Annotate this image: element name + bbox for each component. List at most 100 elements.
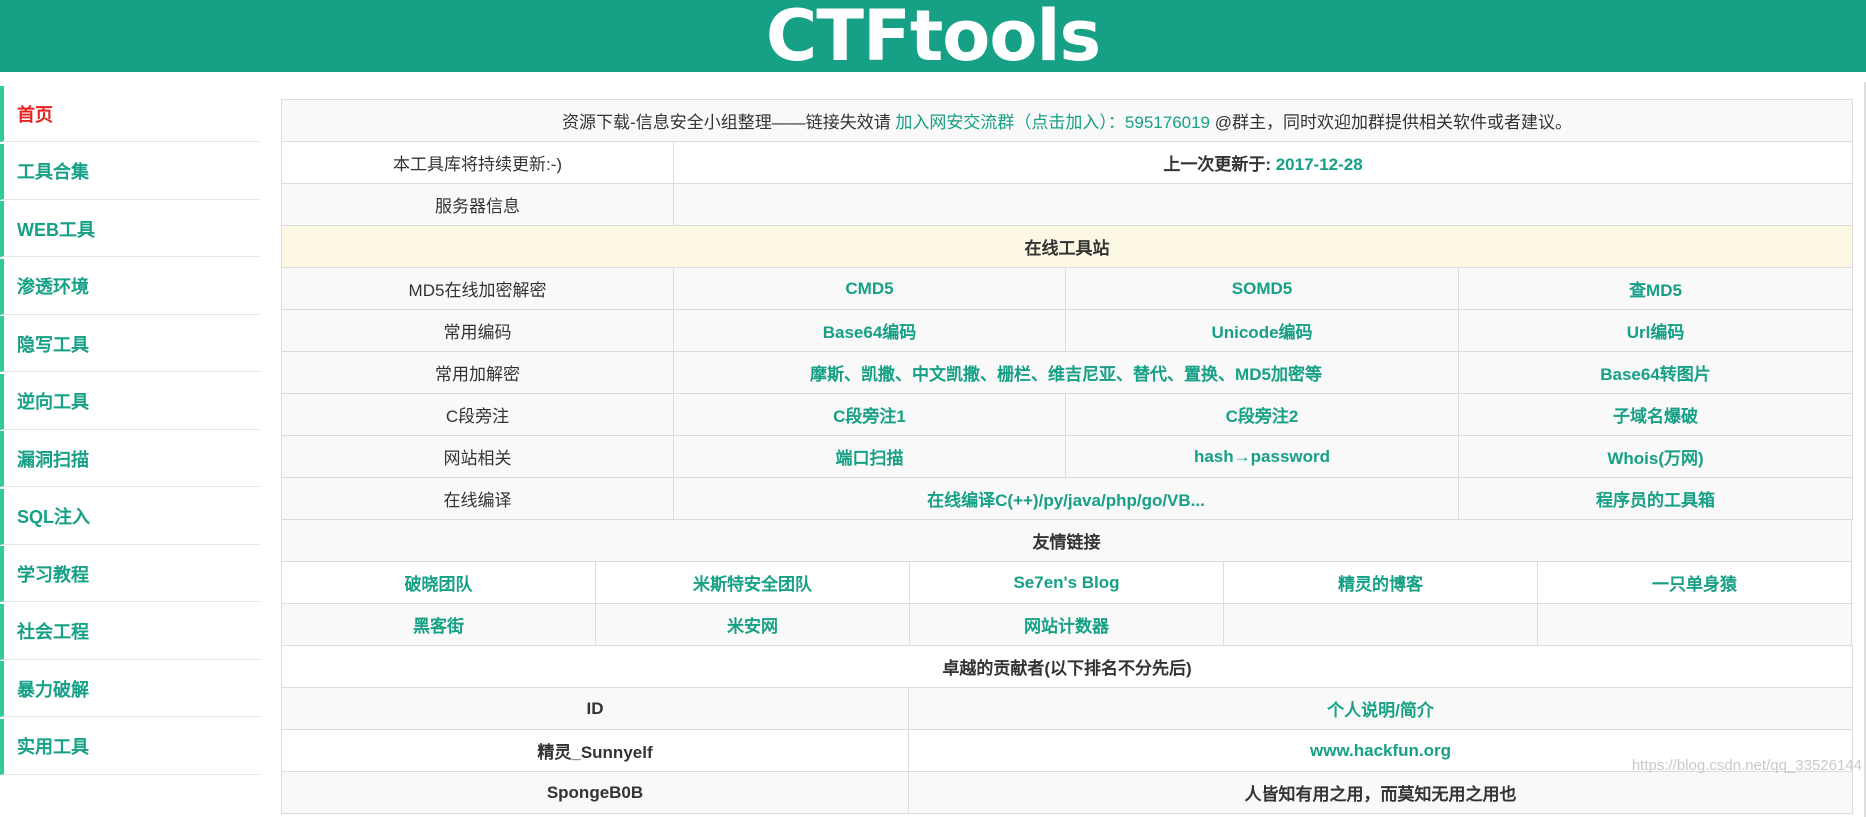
classic-ciphers-link[interactable]: 摩斯、凯撒、中文凯撒、栅栏、维吉尼亚、替代、置换、MD5加密等 <box>810 365 1322 384</box>
table-row: MD5在线加密解密 CMD5 SOMD5 查MD5 <box>281 267 1854 310</box>
online-tools-title: 在线工具站 <box>280 225 1854 268</box>
row-label: C段旁注 <box>281 393 674 436</box>
col-id-header: ID <box>281 687 909 730</box>
friend-link[interactable]: 一只单身猿 <box>1652 575 1737 594</box>
port-scan-link[interactable]: 端口扫描 <box>836 449 904 468</box>
table-row: ID 个人说明/简介 <box>281 687 1854 730</box>
row-label: MD5在线加密解密 <box>281 267 674 310</box>
contributors-title: 卓越的贡献者(以下排名不分先后) <box>280 645 1854 688</box>
server-info-value <box>672 183 1854 226</box>
base64-to-image-link[interactable]: Base64转图片 <box>1600 365 1711 384</box>
link-cell: Url编码 <box>1457 309 1854 352</box>
main-content: 资源下载-信息安全小组整理——链接失效请 加入网安交流群（点击加入）：59517… <box>280 99 1854 814</box>
sidebar-item-reverse-tools[interactable]: 逆向工具 <box>0 373 260 430</box>
link-cell: 查MD5 <box>1457 267 1854 310</box>
empty-cell <box>1223 603 1538 646</box>
link-cell: Base64转图片 <box>1457 351 1854 394</box>
online-tools-header-row: 在线工具站 <box>280 225 1854 268</box>
sidebar-item-home[interactable]: 首页 <box>0 86 260 142</box>
subdomain-brute-link[interactable]: 子域名爆破 <box>1613 407 1698 426</box>
link-cell: C段旁注2 <box>1065 393 1459 436</box>
sidebar-item-tutorials[interactable]: 学习教程 <box>0 546 260 602</box>
sidebar-nav: 首页 工具合集 WEB工具 渗透环境 隐写工具 逆向工具 漏洞扫描 SQL注入 … <box>0 86 260 776</box>
table-row: 精灵_Sunnyelf www.hackfun.org <box>281 729 1854 772</box>
whois-link[interactable]: Whois(万网) <box>1607 449 1703 468</box>
contributor-id: SpongeB0B <box>281 771 909 814</box>
url-encode-link[interactable]: Url编码 <box>1627 323 1685 342</box>
link-cell: 一只单身猿 <box>1537 561 1852 604</box>
sidebar-item-pentest-env[interactable]: 渗透环境 <box>0 258 260 315</box>
row-label: 网站相关 <box>281 435 674 478</box>
hash-password-link[interactable]: hash→password <box>1194 447 1330 466</box>
table-row: 常用编码 Base64编码 Unicode编码 Url编码 <box>281 309 1854 352</box>
friend-link[interactable]: 米安网 <box>727 617 778 636</box>
link-cell: Se7en's Blog <box>909 561 1224 604</box>
join-group-link[interactable]: 加入网安交流群（点击加入）：595176019 <box>895 113 1210 132</box>
link-cell: 网站计数器 <box>909 603 1224 646</box>
contributor-desc: 人皆知有用之用，而莫知无用之用也 <box>907 771 1854 814</box>
notice-prefix: 资源下载-信息安全小组整理——链接失效请 <box>562 113 896 132</box>
link-cell: 程序员的工具箱 <box>1457 477 1854 520</box>
update-note: 本工具库将持续更新:-) <box>281 141 674 184</box>
empty-cell <box>1537 603 1852 646</box>
link-cell: 摩斯、凯撒、中文凯撒、栅栏、维吉尼亚、替代、置换、MD5加密等 <box>673 351 1459 394</box>
base64-encode-link[interactable]: Base64编码 <box>823 323 917 342</box>
cmd5-link[interactable]: CMD5 <box>845 279 893 298</box>
friend-link[interactable]: 破晓团队 <box>405 575 473 594</box>
c-segment-2-link[interactable]: C段旁注2 <box>1226 407 1299 426</box>
tools-table: 资源下载-信息安全小组整理——链接失效请 加入网安交流群（点击加入）：59517… <box>280 99 1854 520</box>
sidebar-item-web-tools[interactable]: WEB工具 <box>0 201 260 257</box>
link-cell: Unicode编码 <box>1065 309 1459 352</box>
last-update-label: 上一次更新于: <box>1163 155 1276 174</box>
link-cell: 在线编译C(++)/py/java/php/go/VB... <box>673 477 1459 520</box>
link-cell: 米斯特安全团队 <box>595 561 910 604</box>
contributor-desc-link[interactable]: www.hackfun.org <box>1310 741 1451 760</box>
table-row: 在线编译 在线编译C(++)/py/java/php/go/VB... 程序员的… <box>281 477 1854 520</box>
somd5-link[interactable]: SOMD5 <box>1232 279 1292 298</box>
link-cell: 端口扫描 <box>673 435 1066 478</box>
sidebar-item-sql-injection[interactable]: SQL注入 <box>0 488 260 545</box>
friends-table: 友情链接 破晓团队 米斯特安全团队 Se7en's Blog 精灵的博客 一只单… <box>281 519 1852 646</box>
sidebar-item-tool-collection[interactable]: 工具合集 <box>0 143 260 200</box>
chamd5-link[interactable]: 查MD5 <box>1629 281 1682 300</box>
link-cell: C段旁注1 <box>673 393 1066 436</box>
table-row: SpongeB0B 人皆知有用之用，而莫知无用之用也 <box>281 771 1854 814</box>
site-title: CTFtools <box>765 0 1101 77</box>
notice-row: 资源下载-信息安全小组整理——链接失效请 加入网安交流群（点击加入）：59517… <box>280 99 1854 142</box>
table-row: 常用加解密 摩斯、凯撒、中文凯撒、栅栏、维吉尼亚、替代、置换、MD5加密等 Ba… <box>281 351 1854 394</box>
col-desc-header: 个人说明/简介 <box>907 687 1854 730</box>
friend-link[interactable]: 网站计数器 <box>1024 617 1109 636</box>
server-label: 服务器信息 <box>281 183 674 226</box>
site-header: CTFtools <box>0 0 1866 72</box>
friend-link[interactable]: 精灵的博客 <box>1338 575 1423 594</box>
table-row: 黑客街 米安网 网站计数器 <box>281 603 1852 646</box>
unicode-encode-link[interactable]: Unicode编码 <box>1211 323 1312 342</box>
watermark: https://blog.csdn.net/qq_33526144 <box>1631 757 1862 774</box>
sidebar-item-vuln-scan[interactable]: 漏洞扫描 <box>0 431 260 487</box>
online-compiler-link[interactable]: 在线编译C(++)/py/java/php/go/VB... <box>927 491 1205 510</box>
contributors-header-row: 卓越的贡献者(以下排名不分先后) <box>280 645 1854 688</box>
row-label: 常用加解密 <box>281 351 674 394</box>
link-cell: SOMD5 <box>1065 267 1459 310</box>
link-cell: 黑客街 <box>281 603 596 646</box>
programmer-toolbox-link[interactable]: 程序员的工具箱 <box>1596 491 1715 510</box>
sidebar-item-brute-force[interactable]: 暴力破解 <box>0 661 260 717</box>
sidebar-item-stego-tools[interactable]: 隐写工具 <box>0 316 260 372</box>
sidebar-item-social-engineering[interactable]: 社会工程 <box>0 603 260 660</box>
server-row: 服务器信息 <box>281 183 1854 226</box>
link-cell: Base64编码 <box>673 309 1066 352</box>
friends-title: 友情链接 <box>281 519 1852 562</box>
notice-suffix: @群主，同时欢迎加群提供相关软件或者建议。 <box>1210 113 1572 132</box>
friend-link[interactable]: 黑客街 <box>413 617 464 636</box>
friend-link[interactable]: Se7en's Blog <box>1013 573 1119 592</box>
link-cell: 子域名爆破 <box>1457 393 1854 436</box>
c-segment-1-link[interactable]: C段旁注1 <box>833 407 906 426</box>
sidebar-item-utilities[interactable]: 实用工具 <box>0 718 260 775</box>
link-cell: 精灵的博客 <box>1223 561 1538 604</box>
contributor-id: 精灵_Sunnyelf <box>281 729 909 772</box>
update-row: 本工具库将持续更新:-) 上一次更新于: 2017-12-28 <box>281 141 1854 184</box>
friend-link[interactable]: 米斯特安全团队 <box>693 575 812 594</box>
link-cell: 破晓团队 <box>281 561 596 604</box>
link-cell: hash→password <box>1065 435 1459 478</box>
link-cell: Whois(万网) <box>1457 435 1854 478</box>
